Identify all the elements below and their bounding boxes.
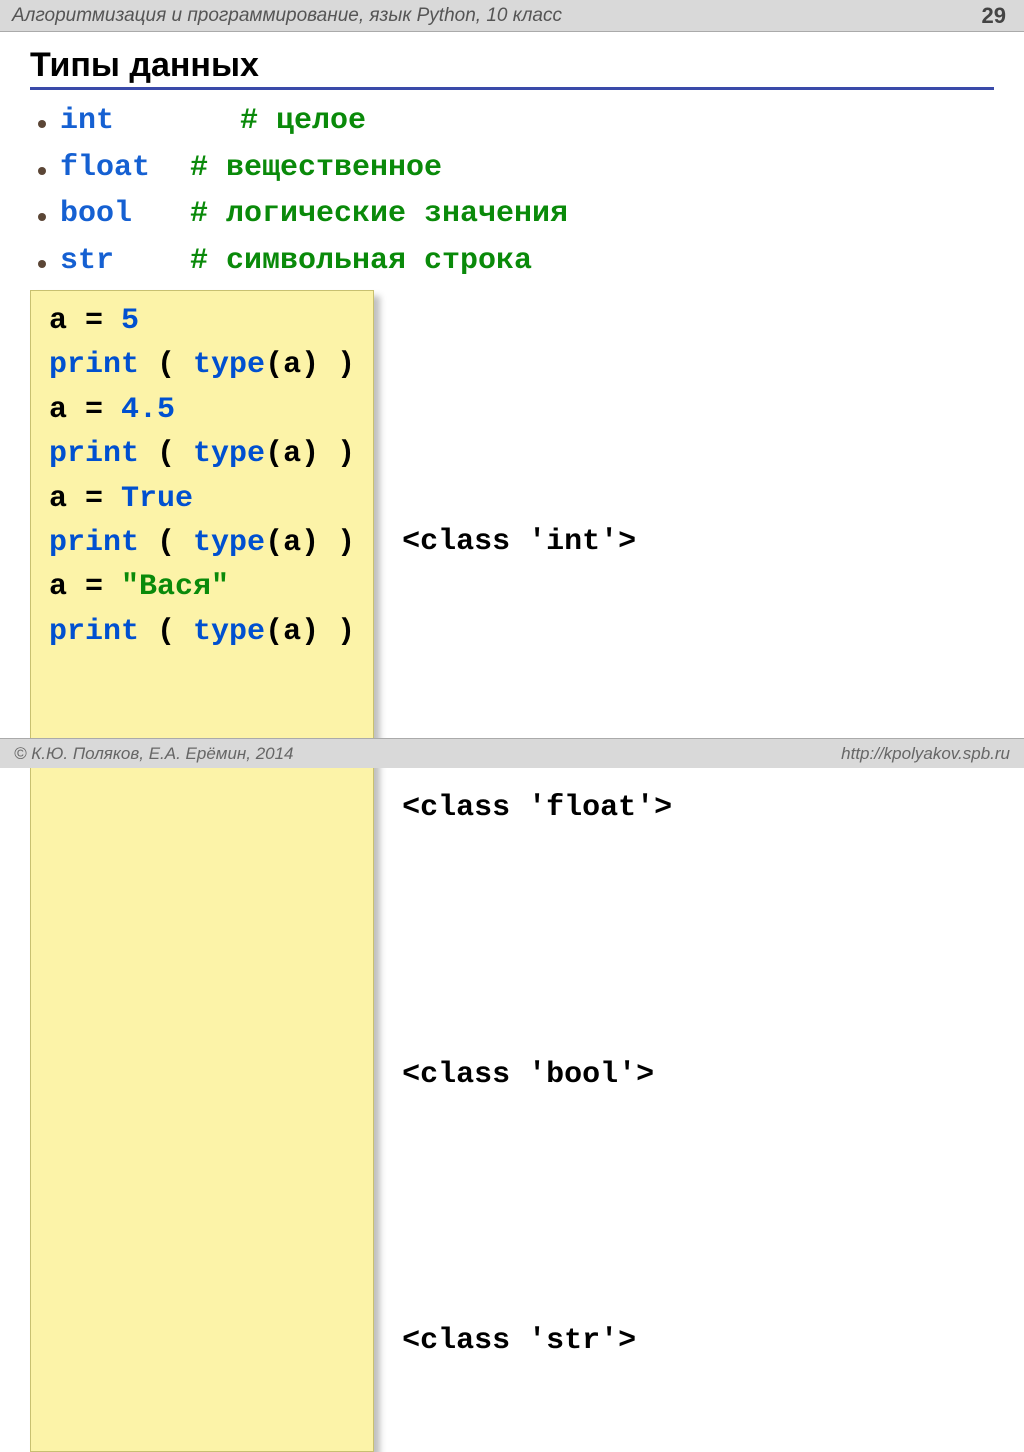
code-text: (a) )	[265, 526, 355, 560]
type-name: int	[60, 98, 240, 145]
type-comment: # целое	[240, 98, 366, 145]
bullet-icon	[38, 260, 46, 268]
code-literal: 4.5	[121, 393, 175, 427]
example-area: a = 5 print ( type(a) ) a = 4.5 print ( …	[30, 290, 994, 1452]
code-text: (a) )	[265, 348, 355, 382]
code-box: a = 5 print ( type(a) ) a = 4.5 print ( …	[30, 290, 374, 1452]
slide-footer: © К.Ю. Поляков, Е.А. Ерёмин, 2014 http:/…	[0, 738, 1024, 768]
output-spacer	[402, 919, 672, 963]
type-name: bool	[60, 191, 190, 238]
types-list: int # целое float # вещественное bool # …	[38, 98, 994, 284]
code-literal: 5	[121, 304, 139, 338]
code-text: a =	[49, 570, 121, 604]
output-line: <class 'int'>	[402, 520, 672, 564]
type-row-bool: bool # логические значения	[38, 191, 994, 238]
type-comment: # вещественное	[190, 145, 442, 192]
output-spacer	[402, 387, 672, 431]
type-row-str: str # символьная строка	[38, 238, 994, 285]
code-text: (	[157, 615, 193, 649]
output-spacer	[402, 653, 672, 697]
output-spacer	[402, 1186, 672, 1230]
code-text: (	[157, 348, 193, 382]
code-text: (	[157, 437, 193, 471]
code-text: (a) )	[265, 615, 355, 649]
type-row-float: float # вещественное	[38, 145, 994, 192]
type-name: float	[60, 145, 190, 192]
code-text: (a) )	[265, 437, 355, 471]
type-comment: # символьная строка	[190, 238, 532, 285]
bullet-icon	[38, 120, 46, 128]
code-keyword: type	[193, 437, 265, 471]
type-name: str	[60, 238, 190, 285]
code-literal: True	[121, 482, 193, 516]
slide-header: Алгоритмизация и программирование, язык …	[0, 0, 1024, 32]
type-comment: # логические значения	[190, 191, 568, 238]
code-keyword: type	[193, 348, 265, 382]
header-title: Алгоритмизация и программирование, язык …	[12, 5, 562, 27]
code-keyword: type	[193, 526, 265, 560]
type-row-int: int # целое	[38, 98, 994, 145]
bullet-icon	[38, 213, 46, 221]
footer-authors: © К.Ю. Поляков, Е.А. Ерёмин, 2014	[14, 744, 294, 764]
output-line: <class 'str'>	[402, 1319, 672, 1363]
code-text: a =	[49, 393, 121, 427]
code-text: a =	[49, 482, 121, 516]
code-text: (	[157, 526, 193, 560]
code-string: "Вася"	[121, 570, 229, 604]
page-number: 29	[982, 3, 1012, 29]
code-text: a =	[49, 304, 121, 338]
code-keyword: print	[49, 526, 157, 560]
code-keyword: type	[193, 615, 265, 649]
footer-url: http://kpolyakov.spb.ru	[841, 744, 1010, 764]
code-keyword: print	[49, 348, 157, 382]
code-keyword: print	[49, 437, 157, 471]
output-line: <class 'float'>	[402, 786, 672, 830]
output-line: <class 'bool'>	[402, 1053, 672, 1097]
slide-title: Типы данных	[30, 46, 994, 90]
bullet-icon	[38, 167, 46, 175]
output-column: <class 'int'> <class 'float'> <class 'bo…	[374, 290, 672, 1452]
code-keyword: print	[49, 615, 157, 649]
